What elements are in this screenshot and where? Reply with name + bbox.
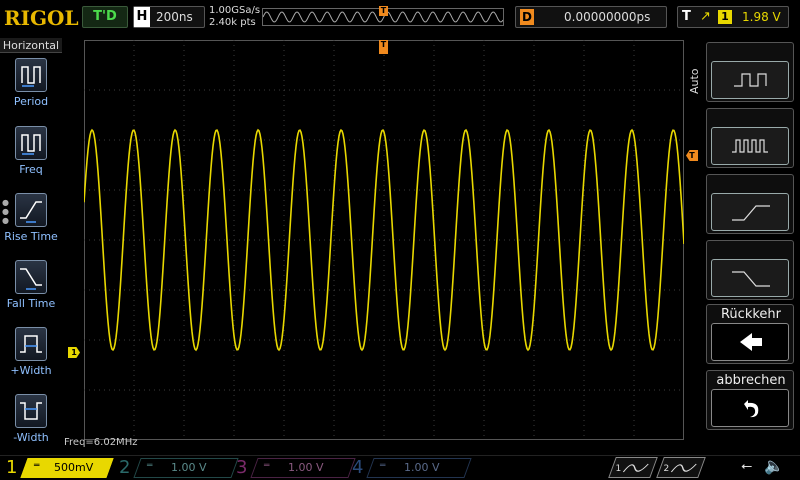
positive-width-icon (15, 327, 47, 361)
usb-icon: ⭠ (741, 458, 753, 474)
delay-box[interactable]: D 0.00000000ps (515, 6, 667, 28)
menu-item-period[interactable]: Period (0, 58, 62, 108)
menu-item-label: +Width (10, 364, 52, 377)
measure-option-rising-edge[interactable] (706, 174, 794, 234)
channel-2-status[interactable]: 2 ═ 1.00 V (115, 456, 239, 480)
speaker-muted-icon[interactable]: 🔈 (764, 456, 784, 475)
channel-number: 3 (236, 457, 248, 478)
menu-item-label: Period (13, 95, 49, 108)
menu-item-freq[interactable]: Freq (0, 126, 62, 176)
frequency-icon (15, 126, 47, 160)
trigger-source-badge: 1 (718, 10, 732, 24)
pulse-train-icon (711, 127, 789, 165)
horizontal-label: H (134, 7, 150, 27)
period-icon (15, 58, 47, 92)
falling-edge-icon (711, 259, 789, 297)
auto-label: Auto (688, 68, 701, 94)
oscilloscope-screen: RIGOL T'D H 200ns 1.00GSa/s 2.40k pts T … (0, 0, 800, 480)
delay-value: 0.00000000ps (564, 10, 651, 24)
menu-item-label: Freq (19, 163, 43, 176)
dc-coupling-icon: ═ (380, 461, 386, 471)
sine-icon (670, 463, 697, 473)
measure-option-falling-edge[interactable] (706, 240, 794, 300)
rising-edge-icon (711, 193, 789, 231)
undo-icon (711, 389, 789, 427)
channel-4-status[interactable]: 4 ═ 1.00 V (348, 456, 472, 480)
trigger-box[interactable]: T ↗ 1 1.98 V (677, 6, 789, 28)
trigger-position-marker[interactable]: T (379, 40, 388, 54)
fall-time-icon (15, 260, 47, 294)
trigger-status-badge[interactable]: T'D (82, 6, 128, 28)
timebase-box[interactable]: H 200ns (133, 6, 205, 28)
cancel-button[interactable]: abbrechen (706, 370, 794, 430)
timebase-value: 200ns (156, 10, 193, 24)
channel-scale: 1.00 V (404, 461, 440, 474)
rigol-logo: RIGOL (4, 6, 79, 30)
negative-width-icon (15, 394, 47, 428)
menu-item-label: Fall Time (6, 297, 56, 310)
math-2-button[interactable]: 2 (656, 457, 706, 478)
menu-item-label: -Width (13, 431, 49, 444)
dc-coupling-icon: ═ (34, 461, 40, 471)
frequency-readout: Freq=6.02MHz (64, 437, 138, 448)
channel-scale: 1.00 V (288, 461, 324, 474)
channel-number: 2 (119, 457, 131, 478)
trigger-label: T (682, 9, 691, 24)
memory-depth: 2.40k pts (209, 17, 256, 28)
channel-scale: 1.00 V (171, 461, 207, 474)
wide-pulse-icon (711, 61, 789, 99)
dc-coupling-icon: ═ (264, 461, 270, 471)
dc-coupling-icon: ═ (147, 461, 153, 471)
arrow-left-icon (711, 323, 789, 361)
rising-edge-icon: ↗ (700, 9, 711, 24)
trigger-level-marker[interactable]: T (686, 150, 698, 161)
cancel-label: abbrechen (716, 373, 786, 388)
trigger-level-value: 1.98 V (742, 10, 781, 24)
delay-label: D (520, 9, 534, 25)
menu-item-rise-time[interactable]: Rise Time (0, 193, 62, 243)
back-label: Rückkehr (720, 307, 781, 322)
menu-item-positive-width[interactable]: +Width (0, 327, 62, 377)
channel-3-status[interactable]: 3 ═ 1.00 V (232, 456, 356, 480)
rise-time-icon (15, 193, 47, 227)
ch1-ground-marker[interactable]: 1 (68, 347, 80, 358)
menu-item-negative-width[interactable]: -Width (0, 394, 62, 444)
channel-number: 4 (352, 457, 364, 478)
sample-rate: 1.00GSa/s (209, 5, 261, 16)
back-button[interactable]: Rückkehr (706, 304, 794, 364)
waveform-grid (84, 40, 684, 440)
math-1-button[interactable]: 1 (608, 457, 658, 478)
menu-item-fall-time[interactable]: Fall Time (0, 260, 62, 310)
channel-scale: 500mV (54, 461, 94, 474)
menu-title: Horizontal (0, 38, 62, 53)
sine-icon (622, 463, 649, 473)
channel-1-status[interactable]: 1 ═ 500mV (2, 456, 114, 480)
memory-trigger-marker: T (379, 6, 388, 16)
channel-number: 1 (6, 457, 18, 478)
menu-item-label: Rise Time (4, 230, 58, 243)
measure-option-wide-pulse[interactable] (706, 42, 794, 102)
measure-option-pulse-train[interactable] (706, 108, 794, 168)
